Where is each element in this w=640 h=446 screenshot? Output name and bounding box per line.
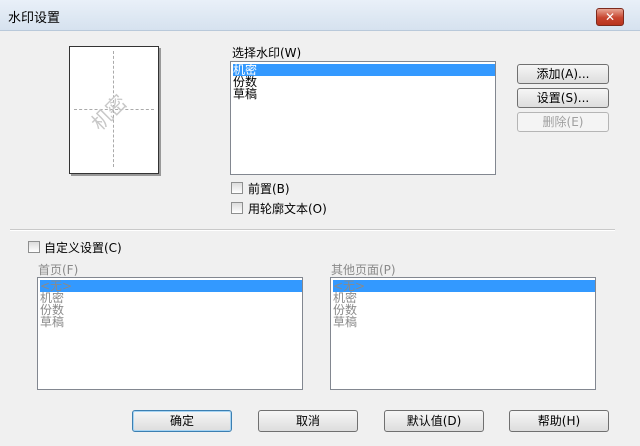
list-item[interactable]: 机密 xyxy=(333,292,595,304)
outline-text-checkbox[interactable] xyxy=(231,202,243,214)
delete-button[interactable]: 删除(E) xyxy=(517,112,609,132)
add-button[interactable]: 添加(A)... xyxy=(517,64,609,84)
list-item[interactable]: <无> xyxy=(40,280,302,292)
preview-watermark-text: 机密 xyxy=(86,89,132,136)
list-item[interactable]: 份数 xyxy=(333,304,595,316)
watermark-listbox[interactable]: 机密 份数 草稿 xyxy=(230,61,496,175)
first-page-label: 首页(F) xyxy=(38,263,79,277)
list-item[interactable]: 草稿 xyxy=(233,88,495,100)
settings-button[interactable]: 设置(S)... xyxy=(517,88,609,108)
front-checkbox[interactable] xyxy=(231,182,243,194)
default-button[interactable]: 默认值(D) xyxy=(384,410,484,432)
list-item[interactable]: <无> xyxy=(333,280,595,292)
title-bar xyxy=(0,0,640,31)
other-pages-listbox[interactable]: <无> 机密 份数 草稿 xyxy=(330,277,596,390)
other-pages-label: 其他页面(P) xyxy=(331,263,396,277)
select-watermark-label: 选择水印(W) xyxy=(232,46,302,60)
list-item[interactable]: 份数 xyxy=(233,76,495,88)
ok-button[interactable]: 确定 xyxy=(132,410,232,432)
custom-settings-label: 自定义设置(C) xyxy=(44,241,122,255)
outline-text-label: 用轮廓文本(O) xyxy=(248,202,327,216)
window-title: 水印设置 xyxy=(8,11,61,26)
separator xyxy=(10,229,615,231)
help-button[interactable]: 帮助(H) xyxy=(509,410,609,432)
list-item[interactable]: 份数 xyxy=(40,304,302,316)
front-label: 前置(B) xyxy=(248,182,290,196)
first-page-listbox[interactable]: <无> 机密 份数 草稿 xyxy=(37,277,303,390)
list-item[interactable]: 机密 xyxy=(40,292,302,304)
list-item[interactable]: 机密 xyxy=(233,64,495,76)
cancel-button[interactable]: 取消 xyxy=(258,410,358,432)
list-item[interactable]: 草稿 xyxy=(333,316,595,328)
custom-settings-checkbox[interactable] xyxy=(28,241,40,253)
list-item[interactable]: 草稿 xyxy=(40,316,302,328)
watermark-preview: 机密 xyxy=(69,46,159,174)
close-button[interactable]: ✕ xyxy=(596,8,624,26)
close-icon: ✕ xyxy=(604,10,616,24)
